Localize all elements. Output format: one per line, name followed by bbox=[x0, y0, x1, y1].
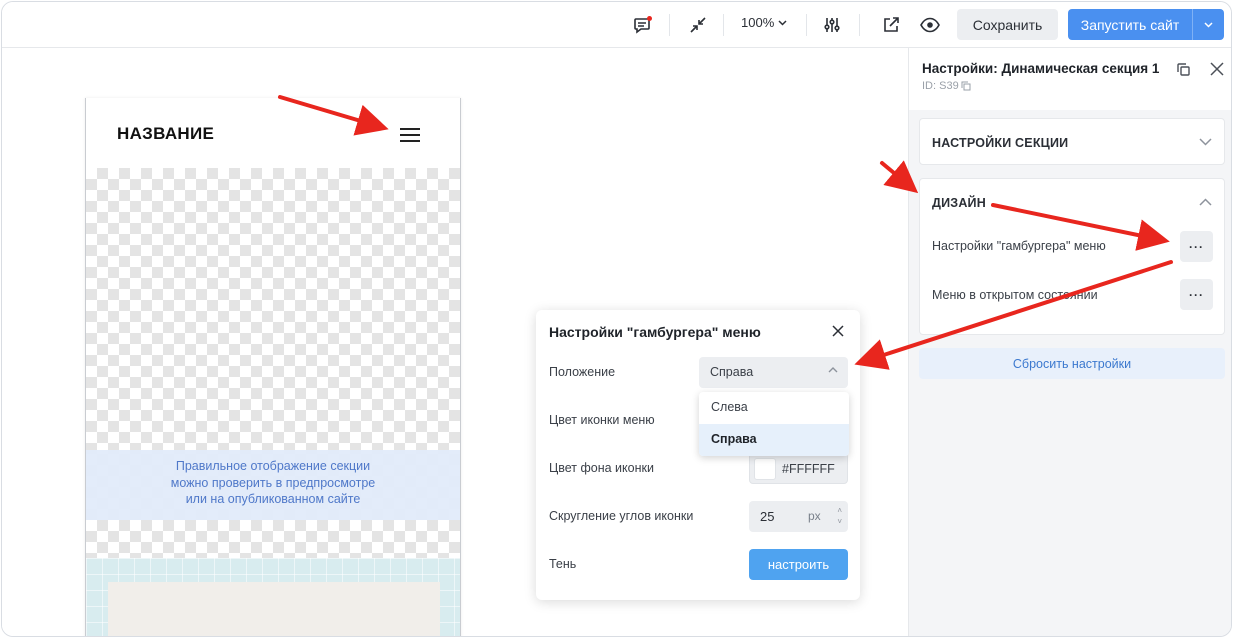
site-title: НАЗВАНИЕ bbox=[117, 124, 215, 143]
dialog-title: Настройки "гамбургера" меню bbox=[549, 324, 761, 340]
close-icon[interactable] bbox=[1210, 62, 1224, 81]
preview-eye-icon[interactable] bbox=[918, 13, 942, 37]
chevron-up-icon bbox=[828, 367, 838, 373]
radius-value: 25 bbox=[760, 509, 775, 524]
position-label: Положение bbox=[549, 365, 616, 379]
close-icon[interactable] bbox=[832, 324, 846, 338]
shadow-label: Тень bbox=[549, 557, 577, 571]
top-toolbar: 100% Сохранить Запустить сайт bbox=[2, 2, 1231, 48]
image-placeholder bbox=[108, 582, 440, 636]
radius-input[interactable]: 25 px ˄ ˅ bbox=[749, 501, 848, 532]
hamburger-settings-dialog: Настройки "гамбургера" меню Положение Сп… bbox=[536, 310, 860, 600]
copy-icon bbox=[961, 81, 971, 91]
hamburger-settings-more-button[interactable]: ··· bbox=[1180, 231, 1213, 262]
chevron-down-icon bbox=[1204, 21, 1213, 28]
section-settings-accordion[interactable]: НАСТРОЙКИ СЕКЦИИ bbox=[919, 118, 1225, 165]
chevron-up-icon[interactable] bbox=[1199, 198, 1212, 206]
color-swatch[interactable] bbox=[754, 457, 776, 480]
icon-bg-color-field[interactable]: #FFFFFF bbox=[749, 453, 848, 484]
option-right[interactable]: Справа bbox=[699, 424, 849, 456]
launch-site-button[interactable]: Запустить сайт bbox=[1068, 9, 1224, 40]
shadow-configure-button[interactable]: настроить bbox=[749, 549, 848, 580]
preview-notice: Правильное отображение секции можно пров… bbox=[86, 450, 460, 520]
panel-title: Настройки: Динамическая секция 1 bbox=[922, 61, 1160, 76]
launch-options-dropdown[interactable] bbox=[1193, 21, 1224, 28]
launch-site-label: Запустить сайт bbox=[1080, 16, 1180, 33]
zoom-value: 100% bbox=[741, 15, 775, 30]
toolbar-divider bbox=[806, 14, 807, 36]
toolbar-divider bbox=[723, 14, 724, 36]
zoom-select[interactable]: 100% bbox=[741, 15, 787, 30]
design-title[interactable]: ДИЗАЙН bbox=[932, 196, 986, 210]
icon-bg-label: Цвет фона иконки bbox=[549, 461, 654, 475]
chevron-down-icon bbox=[778, 19, 787, 26]
hamburger-settings-label: Настройки "гамбургера" меню bbox=[932, 239, 1106, 253]
next-section-preview bbox=[86, 558, 460, 636]
reset-settings-button[interactable]: Сбросить настройки bbox=[919, 348, 1225, 379]
comments-icon[interactable] bbox=[631, 13, 655, 37]
external-link-icon[interactable] bbox=[879, 13, 903, 37]
collapse-icon[interactable] bbox=[686, 13, 710, 37]
position-selected-value: Справа bbox=[710, 365, 754, 379]
app-window: 100% Сохранить Запустить сайт НАЗВАНИЕ П… bbox=[1, 1, 1232, 637]
icon-color-label: Цвет иконки меню bbox=[549, 413, 655, 427]
stepper-icon[interactable]: ˄ ˅ bbox=[837, 505, 842, 527]
radius-unit: px bbox=[808, 509, 821, 523]
open-menu-label: Меню в открытом состоянии bbox=[932, 288, 1098, 302]
hamburger-menu-icon[interactable] bbox=[400, 128, 420, 142]
design-accordion: ДИЗАЙН Настройки "гамбургера" меню ··· М… bbox=[919, 178, 1225, 335]
notice-line: можно проверить в предпросмотре bbox=[170, 475, 376, 490]
notice-line: Правильное отображение секции bbox=[175, 459, 371, 473]
settings-panel: Настройки: Динамическая секция 1 ID: S39… bbox=[908, 48, 1231, 636]
mobile-preview: НАЗВАНИЕ Правильное отображение секции м… bbox=[85, 98, 461, 636]
icon-bg-hex: #FFFFFF bbox=[782, 461, 835, 476]
option-left[interactable]: Слева bbox=[699, 392, 849, 424]
section-settings-title: НАСТРОЙКИ СЕКЦИИ bbox=[932, 136, 1069, 150]
toolbar-divider bbox=[669, 14, 670, 36]
position-select[interactable]: Справа bbox=[699, 357, 848, 388]
duplicate-icon[interactable] bbox=[1176, 62, 1191, 82]
section-id-text: ID: S39 bbox=[922, 80, 959, 92]
save-button[interactable]: Сохранить bbox=[957, 9, 1058, 40]
site-header: НАЗВАНИЕ bbox=[86, 98, 460, 168]
position-dropdown: Слева Справа bbox=[699, 392, 849, 456]
toolbar-divider bbox=[859, 14, 860, 36]
radius-label: Скругление углов иконки bbox=[549, 509, 694, 523]
notice-line: или на опубликованном сайте bbox=[185, 492, 361, 506]
open-menu-more-button[interactable]: ··· bbox=[1180, 279, 1213, 310]
panel-header: Настройки: Динамическая секция 1 ID: S39 bbox=[909, 48, 1231, 110]
transparent-background: Правильное отображение секции можно пров… bbox=[86, 168, 460, 558]
sliders-icon[interactable] bbox=[820, 13, 844, 37]
section-id[interactable]: ID: S39 bbox=[922, 80, 971, 92]
chevron-down-icon bbox=[1199, 138, 1212, 146]
